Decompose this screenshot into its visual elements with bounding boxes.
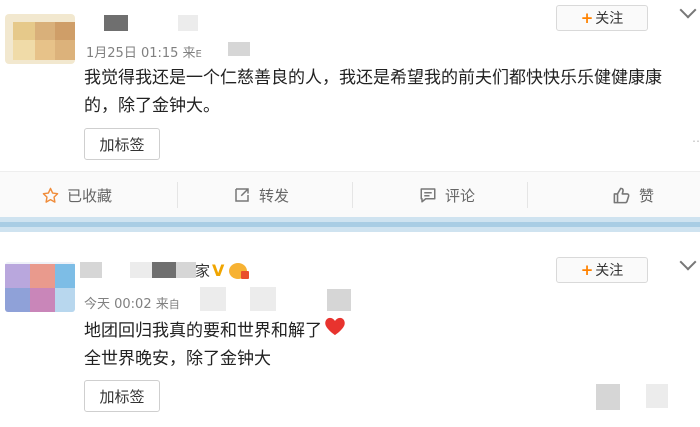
heart-emoji-icon xyxy=(324,316,346,345)
comment-label: 评论 xyxy=(445,186,476,205)
source-redacted xyxy=(327,289,351,311)
username-fragment: 家 xyxy=(195,262,211,280)
chevron-down-icon[interactable] xyxy=(679,253,697,271)
follow-button[interactable]: + 关注 xyxy=(556,257,648,283)
action-bar: 已收藏 转发 评论 赞 xyxy=(0,171,700,217)
verified-v-icon: V xyxy=(212,261,225,280)
add-tag-button[interactable]: 加标签 xyxy=(84,128,160,160)
post-timestamp[interactable]: 今天 00:02 来自 xyxy=(84,293,180,312)
username-redacted xyxy=(152,262,176,278)
thumbs-up-icon xyxy=(612,186,631,205)
favorite-label: 已收藏 xyxy=(67,186,113,205)
content-line: 地团回归我真的要和世界和解了 xyxy=(84,316,684,345)
redacted-block xyxy=(596,384,620,410)
repost-label: 转发 xyxy=(259,186,290,205)
redacted-block xyxy=(646,384,668,408)
weibo-post-card: 1月25日 01:15 来E + 关注 我觉得我还是一个仁慈善良的人，我还是希望… xyxy=(0,0,700,217)
plus-icon: + xyxy=(580,9,594,27)
divider xyxy=(177,182,178,208)
source-fragment: 自 xyxy=(168,298,180,311)
follow-label: 关注 xyxy=(595,11,624,27)
favorite-button[interactable]: 已收藏 xyxy=(42,172,112,218)
like-button[interactable]: 赞 xyxy=(612,172,654,218)
follow-label: 关注 xyxy=(595,263,624,279)
avatar[interactable] xyxy=(5,262,75,312)
card-separator xyxy=(0,217,700,232)
content-line: 全世界晚安，除了金钟大 xyxy=(84,349,271,369)
chevron-down-icon[interactable] xyxy=(679,1,697,19)
source-fragment: E xyxy=(195,49,202,60)
plus-icon: + xyxy=(580,261,594,279)
username-redacted xyxy=(176,262,196,278)
content-line: 我觉得我还是一个仁慈善良的人，我还是希望我的前夫们都快快乐乐健健康康 xyxy=(84,68,662,88)
star-icon xyxy=(42,187,59,204)
username-redacted xyxy=(178,15,198,31)
divider xyxy=(527,182,528,208)
post-content: 地团回归我真的要和世界和解了 全世界晚安，除了金钟大 xyxy=(84,316,684,373)
weibo-post-card: 家 V 今天 00:02 来自 + 关注 地团回归我真的要和世界和解了 全世界晚… xyxy=(0,232,700,427)
repost-icon xyxy=(233,186,251,204)
add-tag-button[interactable]: 加标签 xyxy=(84,380,160,412)
post-timestamp[interactable]: 1月25日 01:15 来E xyxy=(86,42,202,61)
follow-button[interactable]: + 关注 xyxy=(556,5,648,31)
like-label: 赞 xyxy=(639,186,655,205)
comment-icon xyxy=(419,186,437,204)
repost-button[interactable]: 转发 xyxy=(233,172,289,218)
source-redacted xyxy=(200,287,226,311)
source-redacted xyxy=(228,42,250,56)
username-redacted[interactable] xyxy=(80,262,102,278)
content-line: 的，除了金钟大。 xyxy=(84,96,220,116)
source-redacted xyxy=(250,287,276,311)
username-redacted xyxy=(130,262,152,278)
edge-fragment: ⋯ xyxy=(692,134,700,148)
comment-button[interactable]: 评论 xyxy=(419,172,475,218)
member-badge-icon xyxy=(229,263,249,279)
avatar[interactable] xyxy=(5,14,75,64)
username-redacted[interactable] xyxy=(104,15,128,31)
divider xyxy=(352,182,353,208)
post-content: 我觉得我还是一个仁慈善良的人，我还是希望我的前夫们都快快乐乐健健康康 的，除了金… xyxy=(84,64,684,120)
